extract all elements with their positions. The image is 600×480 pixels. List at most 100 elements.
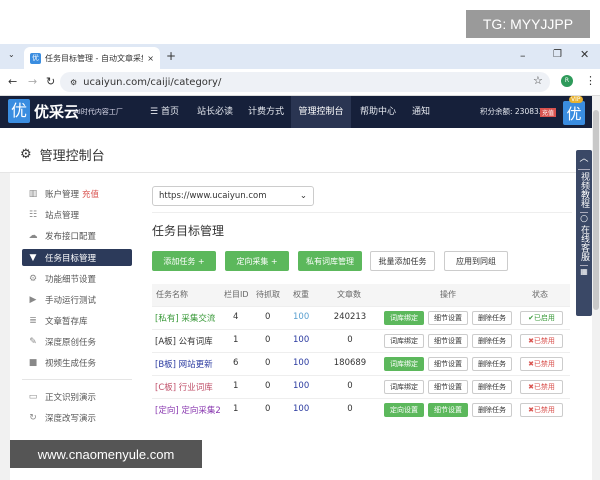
sidebar-item-manual-run[interactable]: ▶ 手动运行测试	[22, 291, 132, 308]
table-row: [定向] 定向采集2 1 0 100 0 定向设置 细节设置 删除任务 ✖已禁用	[152, 398, 570, 420]
detail-settings-button[interactable]: 细节设置	[428, 311, 468, 325]
restore-icon[interactable]: ❐	[553, 49, 562, 60]
database-icon: ≣	[29, 315, 37, 326]
logo-text: 优采云	[34, 103, 80, 121]
back-to-top-icon[interactable]: ︿	[579, 153, 588, 165]
pending-count: 0	[265, 335, 271, 345]
site-select[interactable]: https://www.ucaiyun.com ⌄	[152, 186, 314, 206]
close-window-icon[interactable]: ✕	[580, 48, 589, 61]
menu-icon[interactable]: ⋮	[585, 74, 596, 87]
delete-task-button[interactable]: 删除任务	[472, 357, 512, 371]
refresh-icon: ↻	[29, 412, 37, 423]
column-header: 任务名称	[156, 290, 188, 299]
article-count: 180689	[333, 358, 367, 368]
column-header: 栏目ID	[224, 290, 249, 299]
gear-icon: ⚙	[20, 147, 32, 162]
task-name[interactable]: [A板] 公有词库	[155, 335, 213, 347]
column-id: 1	[233, 381, 239, 391]
sidebar-item-rewrite-demo[interactable]: ↻ 深度改写演示	[22, 409, 132, 426]
status-toggle[interactable]: ✖已禁用	[520, 380, 563, 394]
cloud-upload-icon: ☁	[28, 230, 38, 241]
profile-avatar[interactable]: R	[561, 75, 573, 87]
bind-lexicon-button[interactable]: 词库绑定	[384, 380, 424, 394]
section-title: 任务目标管理	[152, 224, 225, 238]
bind-lexicon-button[interactable]: 定向设置	[384, 403, 424, 417]
column-header: 权重	[293, 290, 309, 299]
status-toggle[interactable]: ✖已禁用	[520, 357, 563, 371]
site-info-icon[interactable]: ⚙	[70, 78, 77, 87]
bind-lexicon-button[interactable]: 词库绑定	[384, 311, 424, 325]
sidebar-item-text-recognition[interactable]: ▭ 正文识别演示	[22, 388, 132, 405]
bookmark-star-icon[interactable]: ☆	[533, 74, 543, 87]
delete-task-button[interactable]: 删除任务	[472, 311, 512, 325]
batch-add-button[interactable]: 批量添加任务	[370, 251, 435, 271]
left-gutter	[0, 173, 10, 480]
delete-task-button[interactable]: 删除任务	[472, 334, 512, 348]
apply-to-group-button[interactable]: 应用到同组	[444, 251, 508, 271]
favicon-icon: 优	[30, 52, 41, 64]
column-header: 文章数	[337, 290, 361, 299]
reload-icon[interactable]: ↻	[46, 75, 55, 88]
close-tab-icon[interactable]: ×	[147, 54, 154, 63]
status-toggle[interactable]: ✖已禁用	[520, 334, 563, 348]
site-nav: 优 优采云 AI时代内容工厂 ☰ 首页 站长必读 计费方式 管理控制台 帮助中心…	[0, 96, 592, 128]
sidebar-item-account[interactable]: ▥ 账户管理 充值	[22, 185, 132, 202]
bind-lexicon-button[interactable]: 词库绑定	[384, 334, 424, 348]
private-lexicon-button[interactable]: 私有词库管理	[298, 251, 362, 271]
nav-help[interactable]: 帮助中心	[360, 96, 396, 128]
watermark-tg: TG: MYYJJPP	[466, 10, 590, 38]
chevron-down-icon: ⌄	[299, 191, 307, 201]
back-icon[interactable]: ←	[8, 75, 17, 88]
scrollbar-thumb[interactable]	[593, 110, 599, 310]
task-name[interactable]: [C板] 行业词库	[155, 381, 213, 393]
pending-count: 0	[265, 358, 271, 368]
forward-icon[interactable]: →	[28, 75, 37, 88]
page-title: 管理控制台	[39, 149, 105, 164]
browser-tab[interactable]: 优 任务目标管理 - 自动文章采集 ×	[24, 47, 160, 69]
sidebar-item-feature-settings[interactable]: ⚙ 功能细节设置	[22, 270, 132, 287]
nav-notice[interactable]: 通知	[412, 96, 430, 128]
bind-lexicon-button[interactable]: 词库绑定	[384, 357, 424, 371]
vip-badge: VIP	[569, 96, 583, 103]
nav-must-read[interactable]: 站长必读	[197, 96, 233, 128]
detail-settings-button[interactable]: 细节设置	[428, 380, 468, 394]
divider	[0, 172, 592, 173]
status-toggle[interactable]: ✖已禁用	[520, 403, 563, 417]
tab-list-icon[interactable]: ⌄	[8, 50, 15, 59]
task-name[interactable]: [私有] 采集交流	[155, 312, 215, 324]
delete-task-button[interactable]: 删除任务	[472, 403, 512, 417]
url-input[interactable]: ⚙ ucaiyun.com/caiji/category/	[60, 72, 550, 92]
vip-avatar[interactable]: 优	[563, 101, 585, 125]
nav-pricing[interactable]: 计费方式	[248, 96, 284, 128]
nav-console[interactable]: 管理控制台	[291, 96, 351, 128]
targeted-collect-button[interactable]: 定向采集 +	[225, 251, 289, 271]
column-header: 状态	[532, 290, 548, 299]
online-service-link[interactable]: 在线客服	[578, 225, 590, 261]
video-tutorial-link[interactable]: 视频教程	[578, 169, 590, 208]
url-text: ucaiyun.com/caiji/category/	[83, 76, 222, 88]
status-toggle[interactable]: ✔已启用	[520, 311, 563, 325]
new-tab-icon[interactable]: +	[166, 49, 176, 63]
task-name[interactable]: [B板] 网站更新	[155, 358, 213, 370]
minimize-icon[interactable]: –	[520, 49, 526, 62]
recharge-badge[interactable]: 充值	[540, 108, 557, 117]
delete-task-button[interactable]: 删除任务	[472, 380, 512, 394]
detail-settings-button[interactable]: 细节设置	[428, 403, 468, 417]
column-id: 1	[233, 404, 239, 414]
sidebar-item-publish-api[interactable]: ☁ 发布接口配置	[22, 227, 132, 244]
recharge-link[interactable]: 充值	[82, 188, 99, 200]
task-name[interactable]: [定向] 定向采集2	[155, 404, 221, 416]
sidebar-item-sites[interactable]: ☷ 站点管理	[22, 206, 132, 223]
bar-chart-icon: ▥	[28, 188, 38, 199]
add-task-button[interactable]: 添加任务 +	[152, 251, 216, 271]
sidebar-item-deep-original[interactable]: ✎ 深度原创任务	[22, 333, 132, 350]
nav-home[interactable]: ☰ 首页	[150, 96, 179, 128]
detail-settings-button[interactable]: 细节设置	[428, 334, 468, 348]
table-row: [C板] 行业词库 1 0 100 0 词库绑定 细节设置 删除任务 ✖已禁用	[152, 375, 570, 397]
qrcode-icon[interactable]: ▦	[580, 265, 588, 278]
sidebar-item-article-storage[interactable]: ≣ 文章暂存库	[22, 312, 132, 329]
sidebar-label: 深度改写演示	[45, 413, 97, 424]
sidebar-item-task-targets[interactable]: ▼ 任务目标管理	[22, 249, 132, 266]
sidebar-item-video-tasks[interactable]: ■ 视频生成任务	[22, 354, 132, 371]
detail-settings-button[interactable]: 细节设置	[428, 357, 468, 371]
